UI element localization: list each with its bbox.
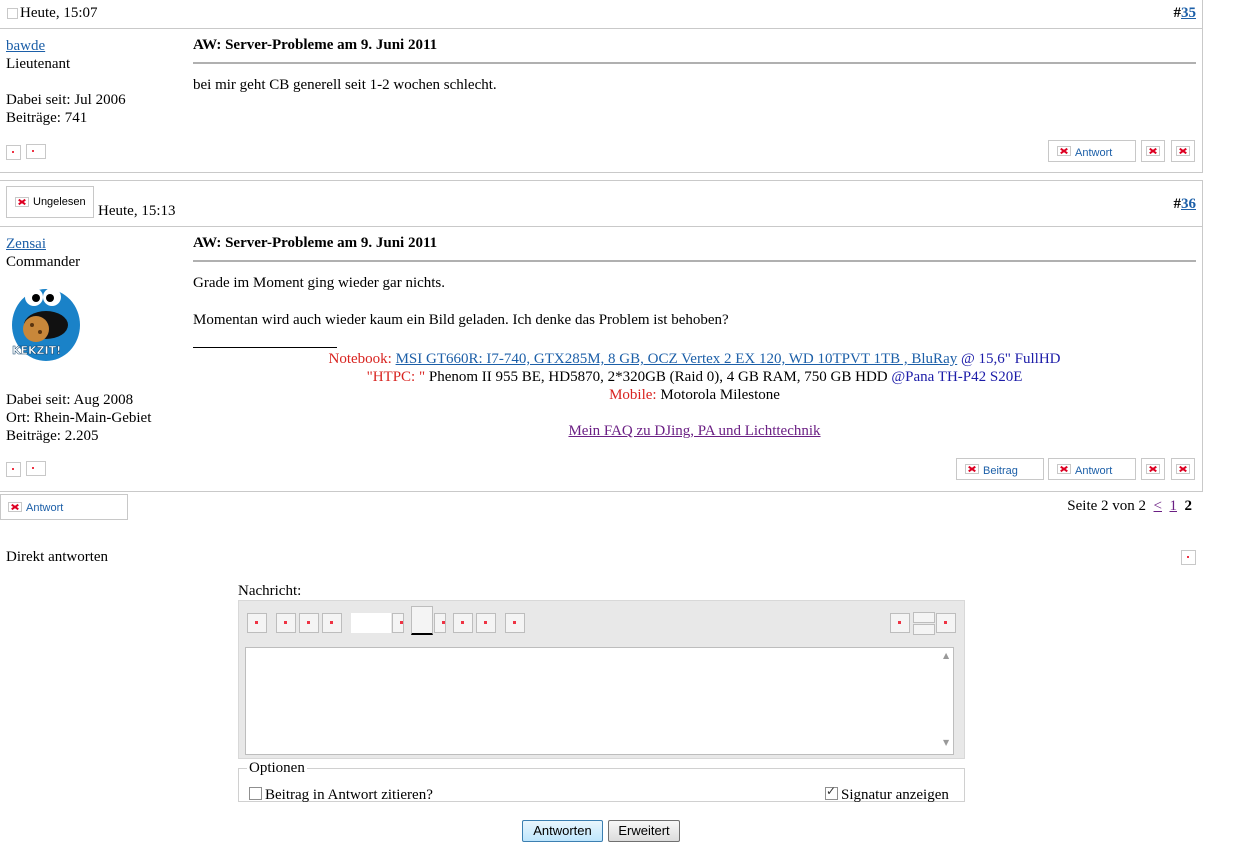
post-36: Ungelesen Heute, 15:13 #36 Zensai Comman… — [0, 180, 1203, 492]
pagination: Seite 2 von 2 < 1 2 — [1067, 498, 1192, 515]
user-rank: Lieutenant — [6, 56, 71, 72]
post-title: AW: Server-Probleme am 9. Juni 2011 — [193, 235, 1196, 262]
resize-up-icon[interactable] — [913, 612, 935, 623]
resize-down-icon[interactable] — [913, 624, 935, 635]
submit-reply-button[interactable]: Antworten — [522, 820, 603, 842]
user-joined: Dabei seit: Aug 2008 — [6, 392, 134, 408]
report-button[interactable] — [1171, 458, 1195, 480]
post-number: #36 — [1173, 196, 1197, 212]
username-link[interactable]: bawde — [6, 38, 45, 54]
avatar-text: KEKZIT! — [12, 344, 62, 358]
quick-reply-title: Direkt antworten — [6, 549, 109, 565]
color-picker[interactable] — [411, 606, 433, 635]
user-post-count: Beiträge: 741 — [6, 110, 88, 126]
toolbar-smilie-icon[interactable] — [890, 613, 910, 633]
notebook-link[interactable]: MSI GT660R: I7-740, GTX285M, 8 GB, OCZ V… — [396, 351, 958, 367]
toolbar-link-icon[interactable] — [453, 613, 473, 633]
toolbar-underline-icon[interactable] — [299, 613, 319, 633]
signature-option[interactable]: Signatur anzeigen — [825, 784, 949, 804]
reply-button[interactable]: Antwort — [1048, 458, 1136, 480]
signature-checkbox[interactable] — [825, 784, 838, 800]
post-content: AW: Server-Probleme am 9. Juni 2011 Grad… — [193, 235, 1196, 440]
unread-badge: Ungelesen — [6, 186, 94, 218]
message-textarea[interactable] — [245, 647, 954, 755]
size-select[interactable] — [392, 613, 404, 633]
post-time: Heute, 15:13 — [98, 203, 176, 219]
user-info: bawde Lieutenant Dabei seit: Jul 2006 Be… — [6, 37, 126, 127]
broken-image-icon — [1146, 146, 1160, 156]
broken-image-icon — [1176, 464, 1190, 474]
post-header: Heute, 15:07 #35 — [0, 0, 1202, 29]
post-time: Heute, 15:07 — [20, 5, 98, 21]
faq-link[interactable]: Mein FAQ zu DJing, PA und Lichttechnik — [568, 423, 820, 439]
prev-page-link[interactable]: < — [1154, 498, 1162, 514]
online-status-icon — [6, 462, 21, 477]
collapse-icon[interactable] — [1181, 550, 1196, 565]
post-number-link[interactable]: 35 — [1181, 5, 1196, 21]
profile-icon[interactable] — [26, 144, 46, 159]
post-number-link[interactable]: 36 — [1181, 196, 1196, 212]
broken-image-icon — [1057, 464, 1071, 474]
broken-image-icon — [1146, 464, 1160, 474]
page-1-link[interactable]: 1 — [1170, 498, 1178, 514]
user-post-count: Beiträge: 2.205 — [6, 428, 99, 444]
post-number: #35 — [1173, 5, 1197, 21]
message-label: Nachricht: — [238, 583, 302, 599]
toolbar-quote-icon[interactable] — [505, 613, 525, 633]
color-dropdown[interactable] — [434, 613, 446, 633]
multi-quote-button[interactable] — [1141, 458, 1165, 480]
post-header: Ungelesen Heute, 15:13 #36 — [0, 181, 1202, 227]
online-status-icon — [6, 145, 21, 160]
toolbar-strike-icon[interactable] — [322, 613, 342, 633]
user-rank: Commander — [6, 254, 81, 270]
post-message-line-2: Momentan wird auch wieder kaum ein Bild … — [193, 312, 729, 328]
quote-button[interactable]: Beitrag — [956, 458, 1044, 480]
font-select[interactable] — [351, 613, 391, 633]
post-title: AW: Server-Probleme am 9. Juni 2011 — [193, 37, 1196, 64]
post-message-line-1: Grade im Moment ging wieder gar nichts. — [193, 275, 446, 291]
broken-image-icon — [8, 502, 22, 512]
advanced-button[interactable]: Erweitert — [608, 820, 680, 842]
broken-image-icon — [1057, 146, 1071, 156]
signature-separator — [193, 347, 337, 348]
toolbar-image-icon[interactable] — [476, 613, 496, 633]
post-35: Heute, 15:07 #35 bawde Lieutenant Dabei … — [0, 0, 1203, 173]
reply-button[interactable]: Antwort — [1048, 140, 1136, 162]
quote-checkbox[interactable] — [249, 787, 262, 800]
user-avatar[interactable]: KEKZIT! — [6, 285, 82, 369]
new-reply-button[interactable]: Antwort — [0, 494, 128, 520]
pagination-label: Seite 2 von 2 — [1067, 498, 1147, 514]
current-page: 2 — [1184, 498, 1193, 514]
broken-image-icon — [965, 464, 979, 474]
user-location: Ort: Rhein-Main-Gebiet — [6, 410, 152, 426]
scrollbar-up-icon[interactable]: ▲ — [943, 651, 949, 660]
toolbar-italic-icon[interactable] — [276, 613, 296, 633]
user-joined: Dabei seit: Jul 2006 — [6, 92, 126, 108]
toolbar-bold-icon[interactable] — [247, 613, 267, 633]
multi-quote-button[interactable] — [1141, 140, 1165, 162]
toolbar-switch-mode-icon[interactable] — [936, 613, 956, 633]
quote-option[interactable]: Beitrag in Antwort zitieren? — [249, 787, 433, 804]
signature: Notebook: MSI GT660R: I7-740, GTX285M, 8… — [328, 351, 1061, 439]
report-button[interactable] — [1171, 140, 1195, 162]
profile-icon[interactable] — [26, 461, 46, 476]
user-info: Zensai Commander KEKZIT! Dabei seit: Aug… — [6, 235, 151, 445]
username-link[interactable]: Zensai — [6, 236, 46, 252]
scrollbar-down-icon[interactable]: ▼ — [943, 738, 949, 747]
read-status-icon — [7, 8, 18, 19]
broken-image-icon — [1176, 146, 1190, 156]
broken-image-icon — [15, 197, 29, 207]
post-content: AW: Server-Probleme am 9. Juni 2011 bei … — [193, 37, 1196, 94]
options-legend: Optionen — [249, 760, 305, 776]
post-message: bei mir geht CB generell seit 1-2 wochen… — [193, 77, 497, 93]
